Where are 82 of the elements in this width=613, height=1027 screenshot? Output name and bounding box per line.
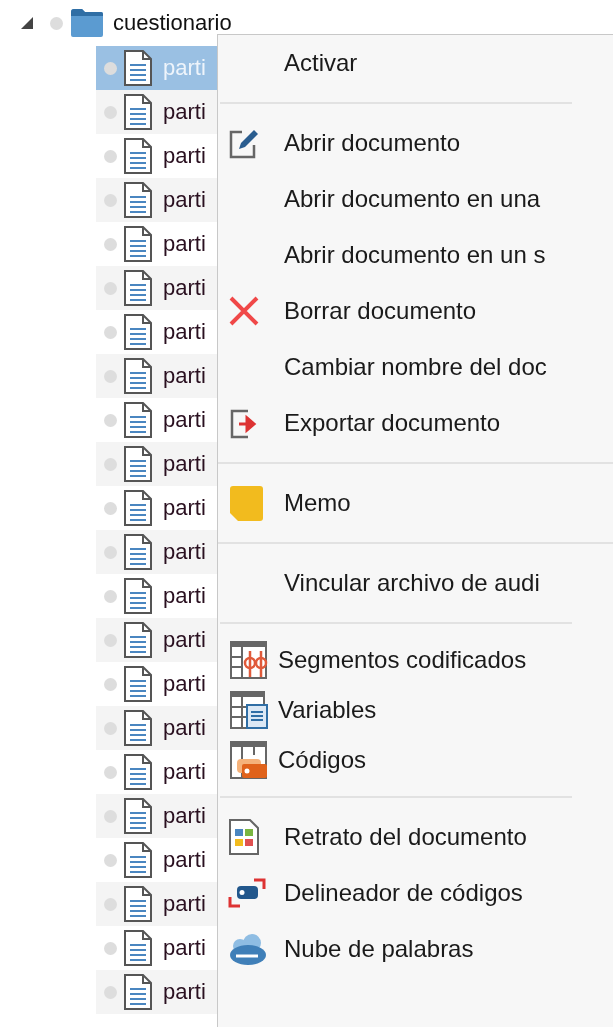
status-dot (104, 853, 117, 867)
tree-item[interactable]: parti (96, 486, 217, 530)
status-dot (104, 501, 117, 515)
tree-item[interactable]: parti (96, 618, 217, 662)
document-icon (123, 534, 153, 570)
tree-item[interactable]: parti (96, 266, 217, 310)
close-icon (228, 295, 260, 327)
document-icon (123, 50, 153, 86)
document-icon (123, 182, 153, 218)
memo-icon (228, 485, 264, 521)
document-icon (123, 358, 153, 394)
document-icon (123, 270, 153, 306)
document-icon (123, 490, 153, 526)
tree-item[interactable]: parti (96, 90, 217, 134)
tree-item[interactable]: parti (96, 970, 217, 1014)
menu-item[interactable]: Activar (218, 35, 613, 91)
status-dot (104, 941, 117, 955)
status-dot (104, 765, 117, 779)
tree-item[interactable]: parti (96, 838, 217, 882)
menu-item[interactable]: Vincular archivo de audi (218, 555, 613, 611)
document-icon (123, 754, 153, 790)
document-icon (123, 446, 153, 482)
document-icon (123, 842, 153, 878)
table-icon (230, 641, 268, 679)
tree-item[interactable]: parti (96, 750, 217, 794)
status-dot (104, 677, 117, 691)
document-icon (123, 622, 153, 658)
menu-item[interactable]: Códigos (218, 735, 613, 785)
status-dot (104, 237, 117, 251)
menu-item[interactable]: Abrir documento (218, 115, 613, 171)
document-icon (123, 94, 153, 130)
menu-item[interactable]: Borrar documento (218, 283, 613, 339)
edit-icon (228, 127, 260, 159)
cloud-icon (228, 932, 268, 966)
menu-item[interactable]: Nube de palabras (218, 921, 613, 977)
table-icon (230, 691, 268, 729)
tree-item[interactable]: parti (96, 134, 217, 178)
document-icon (123, 930, 153, 966)
document-icon (123, 710, 153, 746)
tree-item[interactable]: parti (96, 706, 217, 750)
tree-item[interactable]: parti (96, 442, 217, 486)
tree-item[interactable]: parti (96, 662, 217, 706)
status-dot (50, 16, 63, 30)
tree-item[interactable]: parti (96, 310, 217, 354)
tree-item[interactable]: parti (96, 794, 217, 838)
tree-item[interactable]: parti (96, 354, 217, 398)
menu-item[interactable]: Retrato del documento (218, 809, 613, 865)
status-dot (104, 325, 117, 339)
tree-item[interactable]: parti (96, 882, 217, 926)
menu-item[interactable]: Cambiar nombre del doc (218, 339, 613, 395)
tree-item[interactable]: parti (96, 574, 217, 618)
tree-item[interactable]: parti (96, 222, 217, 266)
table-icon (230, 741, 268, 779)
document-icon (123, 974, 153, 1010)
tag-icon (228, 877, 266, 909)
menu-item[interactable]: Variables (218, 685, 613, 735)
tree-item[interactable]: parti (96, 926, 217, 970)
document-icon (228, 819, 260, 855)
document-icon (123, 402, 153, 438)
status-dot (104, 589, 117, 603)
tree-item[interactable]: parti (96, 398, 217, 442)
menu-item[interactable]: Delineador de códigos (218, 865, 613, 921)
document-icon (123, 886, 153, 922)
menu-item[interactable]: Segmentos codificados (218, 635, 613, 685)
status-dot (104, 61, 117, 75)
status-dot (104, 413, 117, 427)
tree-item[interactable]: parti (96, 178, 217, 222)
document-icon (123, 666, 153, 702)
document-icon (123, 578, 153, 614)
document-icon (123, 798, 153, 834)
expander-icon[interactable] (20, 16, 34, 30)
menu-item[interactable]: Abrir documento en un s (218, 227, 613, 283)
menu-item[interactable]: Memo (218, 475, 613, 531)
status-dot (104, 149, 117, 163)
document-icon (123, 138, 153, 174)
folder-label[interactable]: cuestionario (113, 10, 232, 36)
menu-item[interactable]: Exportar documento (218, 395, 613, 451)
document-icon (123, 314, 153, 350)
folder-icon (70, 8, 104, 38)
tree-item[interactable]: parti (96, 530, 217, 574)
menu-item[interactable]: Abrir documento en una (218, 171, 613, 227)
document-icon (123, 226, 153, 262)
